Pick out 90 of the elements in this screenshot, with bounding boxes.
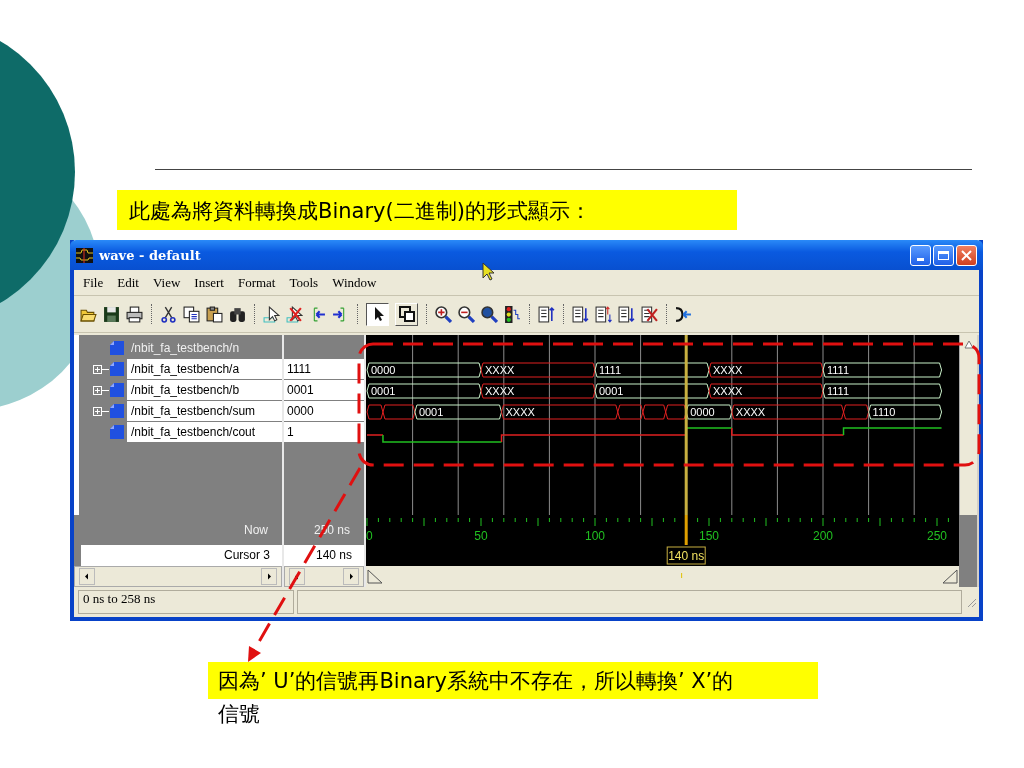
bus-value: 0001 bbox=[418, 406, 444, 418]
axis-label: 200 bbox=[813, 529, 833, 543]
list-swap-icon[interactable] bbox=[595, 305, 612, 323]
axis-label: 0 bbox=[366, 529, 373, 543]
bus-value: XXXX bbox=[735, 406, 766, 418]
menu-item[interactable]: File bbox=[76, 272, 111, 293]
signal-icon bbox=[110, 341, 124, 355]
axis-label: 50 bbox=[474, 529, 488, 543]
slide-note: 因為’ U’的信號再Binary系統中不存在，所以轉換’ X’的 bbox=[218, 669, 734, 693]
horizontal-scrollbar[interactable] bbox=[74, 566, 282, 587]
printer-icon[interactable] bbox=[126, 305, 143, 323]
now-label: Now bbox=[244, 523, 268, 537]
cursor-line[interactable] bbox=[684, 335, 688, 515]
maximize-button[interactable] bbox=[933, 244, 954, 266]
resize-grip-icon[interactable] bbox=[965, 596, 977, 608]
scroll-right-icon[interactable] bbox=[343, 568, 359, 585]
signal-icon bbox=[110, 425, 124, 439]
cursor-flag[interactable]: 140 ns bbox=[666, 546, 706, 565]
signal-value: 0000 bbox=[284, 401, 364, 421]
menu-item[interactable]: View bbox=[145, 272, 188, 293]
slide-note: 信號 bbox=[218, 702, 260, 726]
axis-label: 150 bbox=[699, 529, 719, 543]
axis-label: 250 bbox=[927, 529, 947, 543]
signal-name[interactable]: /nbit_fa_testbench/b bbox=[127, 380, 282, 400]
signal-name[interactable]: /nbit_fa_testbench/sum bbox=[127, 401, 282, 421]
bus-value: 1111 bbox=[827, 385, 850, 397]
signal-icon bbox=[110, 362, 124, 376]
horizontal-scrollbar[interactable] bbox=[284, 566, 364, 587]
bus-value: 1111 bbox=[827, 364, 850, 376]
expand-toggle-icon[interactable] bbox=[93, 406, 109, 416]
expand-toggle-icon[interactable] bbox=[93, 385, 109, 395]
list-delete-icon[interactable] bbox=[641, 305, 658, 323]
merge-arrow-icon[interactable] bbox=[675, 305, 692, 323]
axis-label: 100 bbox=[585, 529, 605, 543]
signal-icon bbox=[110, 383, 124, 397]
list-down-icon[interactable] bbox=[572, 305, 589, 323]
menu-item[interactable]: Format bbox=[230, 272, 283, 293]
pointer-mode-button[interactable] bbox=[366, 302, 389, 326]
signal-value: 0001 bbox=[284, 380, 364, 400]
scissors-icon[interactable] bbox=[160, 305, 177, 323]
bus-value: 0001 bbox=[371, 385, 396, 397]
zoom-box-icon bbox=[398, 306, 415, 322]
list-up-icon[interactable] bbox=[538, 305, 555, 323]
delete-cursor-icon[interactable] bbox=[286, 305, 303, 323]
bus-value: XXXX bbox=[505, 406, 535, 418]
signal-name[interactable]: /nbit_fa_testbench/a bbox=[127, 359, 282, 379]
bus-value: 0000 bbox=[690, 406, 715, 418]
status-range: 0 ns to 258 ns bbox=[78, 590, 294, 614]
cursor-name[interactable]: Cursor 3 bbox=[81, 545, 282, 566]
close-icon bbox=[961, 249, 972, 261]
vertical-scrollbar[interactable] bbox=[959, 335, 977, 515]
scroll-left-icon[interactable] bbox=[79, 568, 95, 585]
traffic-light-icon[interactable] bbox=[504, 305, 521, 323]
bus-value: 0000 bbox=[371, 364, 396, 376]
zoom-full-icon[interactable] bbox=[481, 305, 498, 323]
zoom-mode-button[interactable] bbox=[395, 302, 418, 326]
signal-name[interactable]: /nbit_fa_testbench/cout bbox=[127, 422, 282, 442]
gutter-panel bbox=[959, 515, 977, 587]
list-down-icon[interactable] bbox=[618, 305, 635, 323]
copy-icon[interactable] bbox=[183, 305, 200, 323]
bus-value: XXXX bbox=[713, 364, 743, 376]
mouse-pointer-icon bbox=[482, 262, 496, 282]
waveform-icon bbox=[76, 247, 93, 263]
minimize-button[interactable] bbox=[910, 244, 931, 266]
slide-heading: 此處為將資料轉換成Binary(二進制)的形式顯示： bbox=[117, 190, 737, 230]
zoom-out-icon[interactable] bbox=[458, 305, 475, 323]
bus-value: 0001 bbox=[599, 385, 624, 397]
bus-value: XXXX bbox=[485, 385, 515, 397]
bus-value: 1110 bbox=[872, 406, 896, 418]
menu-item[interactable]: Edit bbox=[110, 272, 146, 293]
bus-value: 1111 bbox=[599, 364, 622, 376]
menu-item[interactable]: Window bbox=[325, 272, 384, 293]
window-title: wave - default bbox=[99, 247, 201, 263]
binoculars-icon[interactable] bbox=[229, 305, 246, 323]
bus-value: XXXX bbox=[713, 385, 743, 397]
add-cursor-icon[interactable] bbox=[263, 305, 280, 323]
paste-icon[interactable] bbox=[206, 305, 223, 323]
zoom-in-icon[interactable] bbox=[435, 305, 452, 323]
scroll-right-icon[interactable] bbox=[261, 568, 277, 585]
signal-icon bbox=[110, 404, 124, 418]
save-icon[interactable] bbox=[103, 305, 120, 323]
signal-value: 1 bbox=[284, 422, 364, 442]
bus-value: XXXX bbox=[485, 364, 515, 376]
expand-toggle-icon[interactable] bbox=[93, 364, 109, 374]
cursor-time[interactable]: 140 ns bbox=[284, 545, 364, 566]
horizontal-scrollbar[interactable] bbox=[366, 566, 959, 587]
signal-value: 1111 bbox=[284, 359, 364, 379]
close-button[interactable] bbox=[956, 244, 977, 266]
menu-item[interactable]: Insert bbox=[187, 272, 231, 293]
menu-item[interactable]: Tools bbox=[282, 272, 326, 293]
